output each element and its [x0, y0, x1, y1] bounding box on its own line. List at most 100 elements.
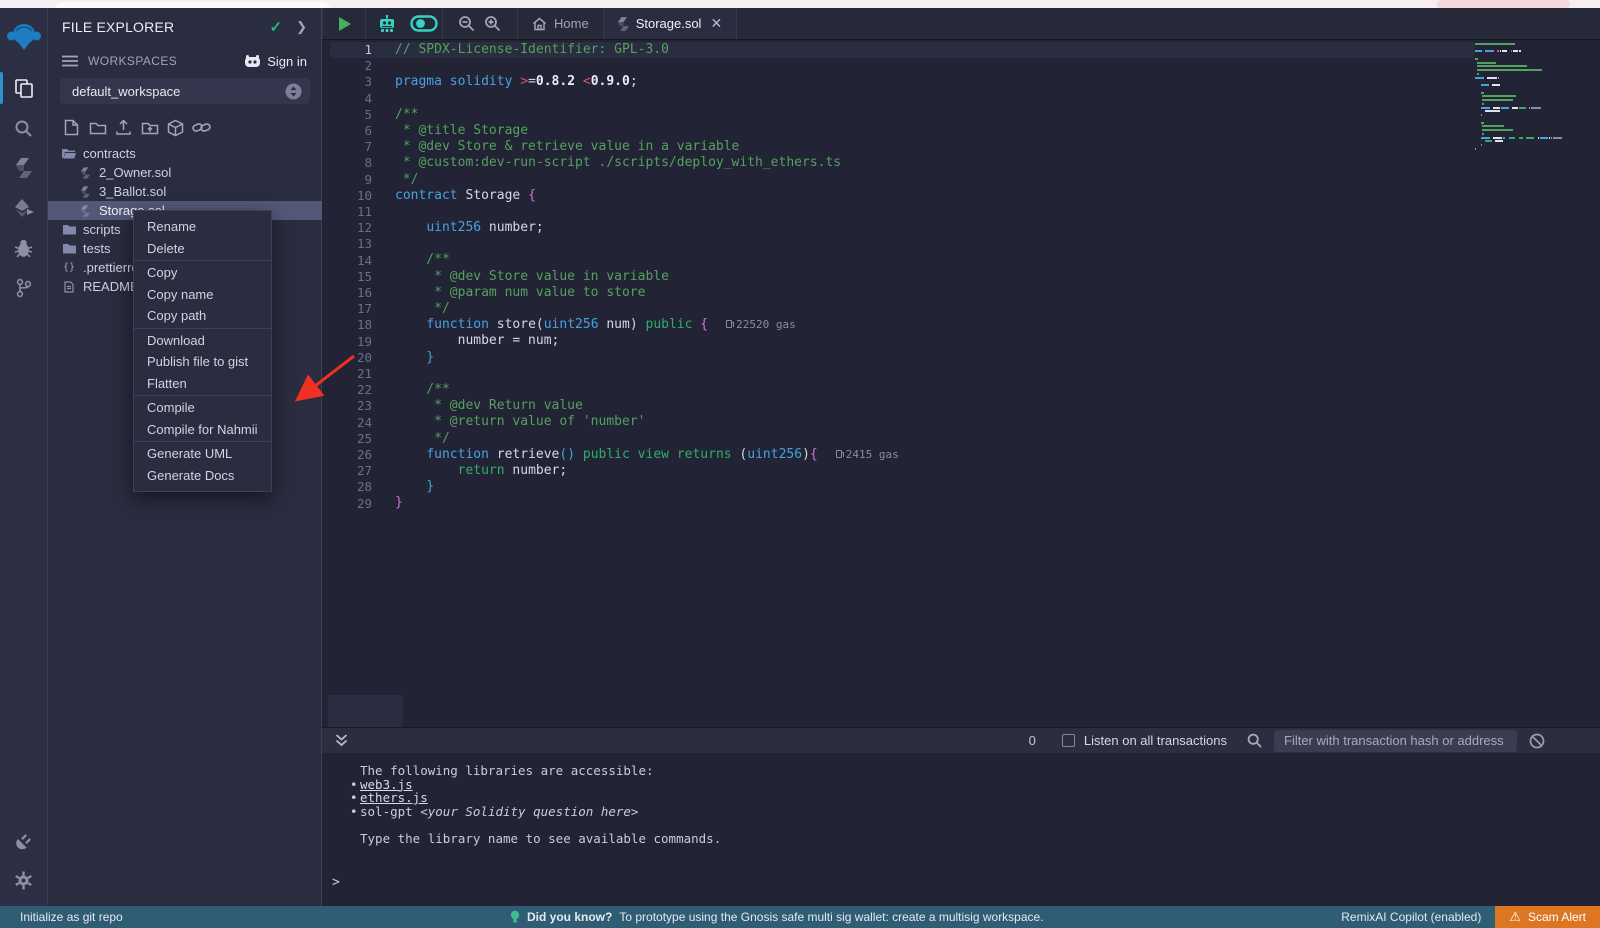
code-line	[395, 236, 899, 252]
line-number[interactable]: 26	[322, 447, 372, 463]
line-number[interactable]: 13	[322, 236, 372, 252]
file-tree-item[interactable]: 3_Ballot.sol	[48, 182, 322, 201]
settings-gear-icon[interactable]	[0, 860, 48, 900]
cube-icon[interactable]	[166, 118, 185, 137]
line-number[interactable]: 17	[322, 301, 372, 317]
run-script-button[interactable]	[323, 8, 365, 39]
line-number[interactable]: 24	[322, 415, 372, 431]
terminal-line: The following libraries are accessible:	[350, 764, 721, 778]
line-number[interactable]: 7	[322, 139, 372, 155]
line-number[interactable]: 25	[322, 431, 372, 447]
upload-file-icon[interactable]	[114, 118, 133, 137]
solidity-compiler-icon[interactable]	[0, 148, 48, 188]
github-icon	[244, 55, 261, 68]
menu-separator	[134, 328, 271, 329]
code-line: }	[395, 495, 899, 511]
code-editor[interactable]: 1234567891011121314151617181920212223242…	[322, 40, 1600, 727]
context-menu-item[interactable]: Generate Docs	[134, 465, 271, 487]
line-number[interactable]: 3	[322, 74, 372, 90]
file-tree-item[interactable]: 2_Owner.sol	[48, 163, 322, 182]
zoom-out-icon[interactable]	[453, 15, 479, 32]
git-icon[interactable]	[0, 268, 48, 308]
new-folder-icon[interactable]	[88, 118, 107, 137]
transaction-filter-input[interactable]	[1274, 730, 1517, 752]
code-line: contract Storage {	[395, 188, 899, 204]
line-number[interactable]: 12	[322, 220, 372, 236]
check-icon: ✓	[270, 18, 283, 36]
ai-robot-icon[interactable]	[368, 8, 406, 39]
copilot-status[interactable]: RemixAI Copilot (enabled)	[1341, 910, 1481, 924]
copilot-toggle[interactable]	[406, 8, 442, 39]
file-explorer-icon[interactable]	[0, 68, 48, 108]
plugin-manager-icon[interactable]	[0, 820, 48, 860]
new-file-icon[interactable]	[62, 118, 81, 137]
workspace-dropdown[interactable]: default_workspace	[60, 78, 310, 104]
link-icon[interactable]	[192, 118, 211, 137]
gas-pump-icon	[836, 450, 842, 458]
line-number[interactable]: 14	[322, 253, 372, 269]
line-number[interactable]: 28	[322, 479, 372, 495]
terminal-line: Type the library name to see available c…	[350, 832, 721, 846]
terminal-prompt[interactable]: >	[332, 875, 340, 890]
code-content[interactable]: // SPDX-License-Identifier: GPL-3.0pragm…	[395, 42, 899, 511]
context-menu-item[interactable]: Copy path	[134, 305, 271, 327]
terminal[interactable]: The following libraries are accessible:•…	[322, 753, 1600, 906]
code-line: return number;	[395, 463, 899, 479]
terminal-line: •ethers.js	[350, 791, 721, 805]
chevron-right-icon[interactable]: ❯	[296, 19, 307, 35]
scam-alert-button[interactable]: ⚠ Scam Alert	[1495, 906, 1600, 928]
line-number[interactable]: 10	[322, 188, 372, 204]
close-tab-icon[interactable]: ✕	[710, 15, 722, 32]
workspaces-row: WORKSPACES Sign in	[48, 50, 321, 72]
bullet: •	[350, 778, 360, 792]
debugger-icon[interactable]	[0, 228, 48, 268]
menu-separator	[134, 260, 271, 261]
context-menu-item[interactable]: Rename	[134, 216, 271, 238]
line-number[interactable]: 8	[322, 155, 372, 171]
file-tree-item[interactable]: contracts	[48, 144, 322, 163]
upload-folder-icon[interactable]	[140, 118, 159, 137]
listen-checkbox[interactable]	[1062, 734, 1075, 747]
line-number[interactable]: 11	[322, 204, 372, 220]
sign-in-button[interactable]: Sign in	[244, 54, 307, 69]
line-number[interactable]: 29	[322, 496, 372, 512]
red-arrow-annotation	[242, 342, 362, 412]
editor-tabbar: Home Storage.sol ✕	[322, 8, 1600, 40]
line-number[interactable]: 18	[322, 317, 372, 333]
minimap[interactable]	[1475, 42, 1587, 151]
context-menu-item[interactable]: Copy	[134, 262, 271, 284]
code-line: number = num;	[395, 333, 899, 349]
solidity-icon	[78, 205, 92, 217]
double-chevron-down-icon[interactable]	[334, 733, 349, 748]
line-number[interactable]: 4	[322, 91, 372, 107]
line-number[interactable]: 27	[322, 463, 372, 479]
line-number[interactable]: 16	[322, 285, 372, 301]
file-explorer-panel: FILE EXPLORER ✓ ❯ WORKSPACES Sign in def…	[48, 8, 322, 906]
line-number[interactable]: 1	[322, 42, 372, 58]
bullet: •	[350, 791, 360, 805]
lightbulb-icon	[510, 910, 520, 924]
context-menu-item[interactable]: Compile for Nahmii	[134, 419, 271, 441]
line-number[interactable]: 9	[322, 172, 372, 188]
clear-terminal-icon[interactable]	[1529, 733, 1545, 749]
line-number[interactable]: 2	[322, 58, 372, 74]
line-number[interactable]: 5	[322, 107, 372, 123]
tab-storage-sol[interactable]: Storage.sol ✕	[604, 8, 737, 39]
line-number[interactable]: 15	[322, 269, 372, 285]
line-number[interactable]: 6	[322, 123, 372, 139]
hamburger-menu-icon[interactable]	[62, 55, 78, 67]
terminal-search-icon[interactable]	[1247, 733, 1262, 748]
zoom-in-icon[interactable]	[479, 15, 505, 32]
context-menu-item[interactable]: Generate UML	[134, 443, 271, 465]
context-menu-item[interactable]: Copy name	[134, 284, 271, 306]
line-number-gutter[interactable]: 1234567891011121314151617181920212223242…	[322, 42, 372, 512]
context-menu-item[interactable]: Delete	[134, 238, 271, 260]
terminal-header[interactable]: 0 Listen on all transactions	[322, 727, 1600, 753]
search-icon[interactable]	[0, 108, 48, 148]
remix-logo-icon[interactable]	[0, 16, 48, 58]
deploy-run-icon[interactable]	[0, 188, 48, 228]
solidity-icon	[78, 167, 92, 179]
init-git-repo-button[interactable]: Initialize as git repo	[20, 910, 123, 924]
tab-home[interactable]: Home	[518, 8, 603, 39]
main-area: Home Storage.sol ✕ 123456789101112131415…	[322, 8, 1600, 906]
